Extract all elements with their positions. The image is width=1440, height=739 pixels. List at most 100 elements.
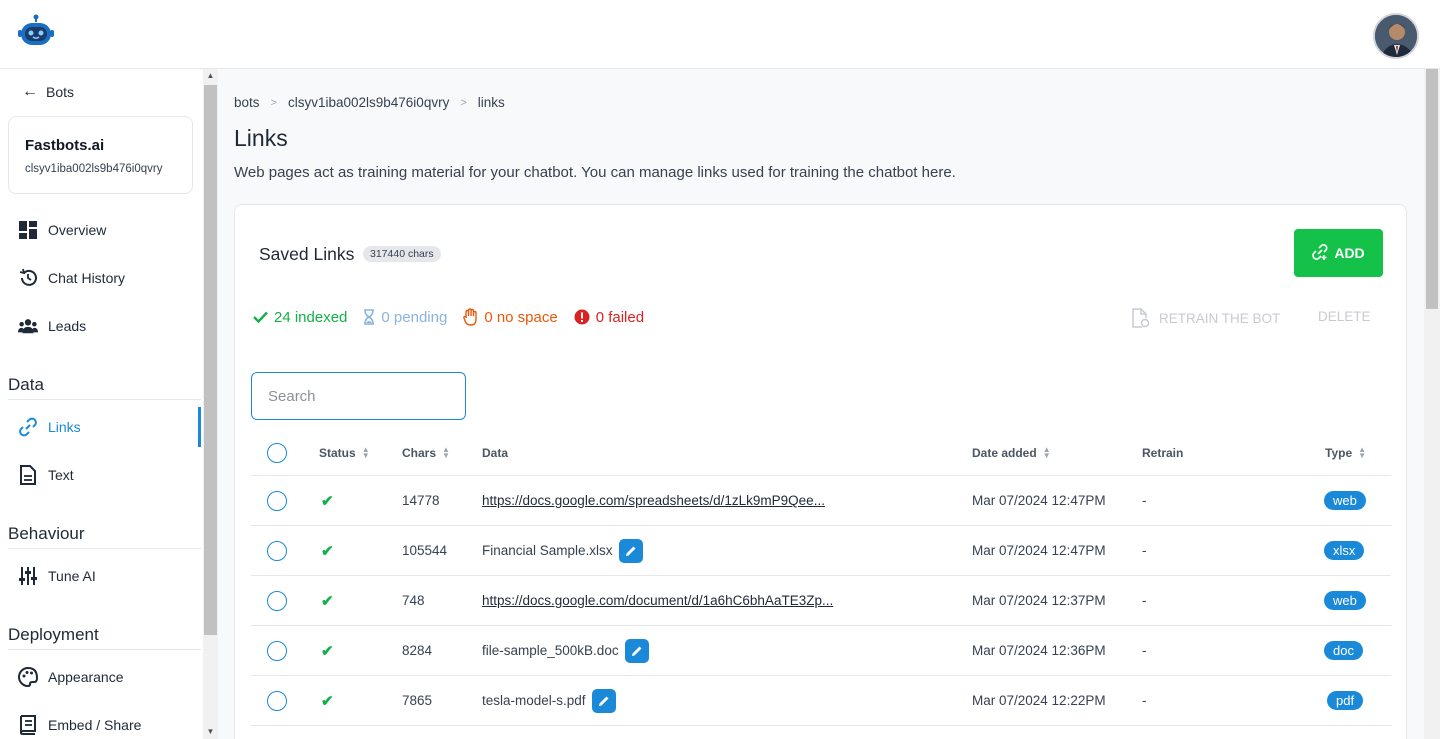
header-retrain: Retrain (1142, 430, 1183, 475)
table-row[interactable]: ✔ 105544 Financial Sample.xlsx Mar 07/20… (251, 526, 1391, 576)
row-checkbox[interactable] (267, 476, 287, 525)
add-button[interactable]: ADD (1294, 229, 1383, 277)
stat-pending[interactable]: 0 pending (363, 309, 447, 326)
sidebar-item-label: Tune AI (48, 568, 96, 584)
main-scrollbar[interactable] (1424, 69, 1440, 739)
bot-info-card: Fastbots.ai clsyv1iba002ls9b476i0qvry (8, 116, 193, 194)
chevron-right-icon: > (460, 96, 467, 109)
row-data-filename: Financial Sample.xlsx (482, 543, 613, 558)
scrollbar-thumb[interactable] (1426, 69, 1438, 309)
sidebar-item-links[interactable]: Links (0, 407, 203, 447)
row-data-link[interactable]: https://docs.google.com/document/d/1a6hC… (482, 593, 833, 608)
type-badge: web (1324, 591, 1366, 610)
sliders-icon (18, 566, 38, 586)
table-row[interactable]: ✔ 14778 https://docs.google.com/spreadsh… (251, 476, 1391, 526)
row-type: xlsx (1324, 526, 1365, 575)
link-icon (18, 417, 38, 437)
row-type: web (1324, 476, 1366, 525)
sidebar-item-label: Embed / Share (48, 717, 142, 733)
row-type: web (1324, 576, 1366, 625)
header-data: Data (482, 430, 508, 475)
row-data[interactable]: https://docs.google.com/document/d/1a6hC… (482, 576, 833, 625)
row-data: Financial Sample.xlsx (482, 526, 643, 575)
row-data-link[interactable]: https://docs.google.com/spreadsheets/d/1… (482, 493, 825, 508)
check-icon (253, 311, 268, 323)
table-row[interactable]: ✔ 748 https://docs.google.com/document/d… (251, 576, 1391, 626)
chevron-right-icon: > (270, 96, 277, 109)
section-title-deployment: Deployment (8, 625, 201, 650)
sort-icon: ▲ ▼ (442, 444, 450, 460)
sidebar-item-label: Text (48, 467, 74, 483)
header-type[interactable]: Type ▲ ▼ (1325, 430, 1366, 475)
delete-button[interactable]: DELETE (1318, 309, 1371, 324)
breadcrumb-links: links (477, 95, 505, 110)
type-badge: web (1324, 491, 1366, 510)
user-avatar[interactable] (1373, 13, 1419, 59)
scroll-down-arrow-icon[interactable]: ▼ (203, 725, 218, 739)
row-retrain: - (1142, 643, 1147, 658)
sidebar-item-tune-ai[interactable]: Tune AI (0, 556, 203, 596)
search-input[interactable] (251, 372, 466, 420)
scroll-up-arrow-icon[interactable]: ▲ (203, 69, 218, 83)
row-data: tesla-model-s.pdf (482, 676, 616, 725)
edit-pencil-icon[interactable] (618, 538, 643, 563)
row-retrain: - (1142, 493, 1147, 508)
row-chars: 8284 (402, 643, 433, 658)
sidebar-item-label: Chat History (48, 270, 126, 286)
row-date: Mar 07/2024 12:22PM (972, 693, 1106, 708)
header-date[interactable]: Date added ▲ ▼ (972, 430, 1051, 475)
sort-icon: ▲ ▼ (1358, 444, 1367, 460)
sidebar-item-embed-share[interactable]: Embed / Share (0, 705, 203, 739)
breadcrumb-bot-id[interactable]: clsyv1iba002ls9b476i0qvry (288, 95, 449, 110)
sidebar: ← Bots Fastbots.ai clsyv1iba002ls9b476i0… (0, 69, 203, 739)
arrow-left-icon: ← (22, 83, 38, 100)
sidebar-item-label: Overview (48, 222, 107, 238)
row-checkbox[interactable] (267, 576, 287, 625)
row-checkbox[interactable] (267, 526, 287, 575)
header-status-label: Status (319, 445, 356, 460)
row-date: Mar 07/2024 12:36PM (972, 643, 1106, 658)
stat-failed[interactable]: 0 failed (574, 309, 644, 326)
retrain-button[interactable]: RETRAIN THE BOT (1131, 308, 1280, 328)
sort-icon: ▲ ▼ (1042, 444, 1051, 460)
stat-no-space-label: 0 no space (484, 308, 558, 326)
palette-icon (18, 667, 38, 687)
error-icon (574, 309, 590, 325)
table-row[interactable]: ✔ 8284 file-sample_500kB.doc Mar 07/2024… (251, 626, 1391, 676)
row-chars: 7865 (402, 693, 433, 708)
stat-failed-label: 0 failed (595, 308, 645, 326)
row-chars: 105544 (402, 543, 448, 558)
edit-pencil-icon[interactable] (624, 638, 649, 663)
history-icon (18, 268, 38, 288)
sidebar-item-leads[interactable]: Leads (0, 306, 203, 346)
sidebar-item-appearance[interactable]: Appearance (0, 657, 203, 697)
breadcrumb-bots[interactable]: bots (234, 95, 260, 110)
row-checkbox[interactable] (267, 676, 287, 725)
table-row[interactable]: ✔ 7865 tesla-model-s.pdf Mar 07/2024 12:… (251, 676, 1391, 726)
row-type: pdf (1327, 676, 1364, 725)
sidebar-item-overview[interactable]: Overview (0, 210, 203, 250)
table-header: Status ▲ ▼ Chars ▲ ▼ Data Date added ▲ ▼ Re… (251, 430, 1391, 476)
row-data[interactable]: https://docs.google.com/spreadsheets/d/1… (482, 476, 825, 525)
edit-pencil-icon[interactable] (591, 688, 616, 713)
row-retrain: - (1142, 693, 1147, 708)
sidebar-item-chat-history[interactable]: Chat History (0, 258, 203, 298)
header-chars[interactable]: Chars ▲ ▼ (402, 430, 450, 475)
stat-indexed[interactable]: 24 indexed (253, 309, 347, 326)
links-table: Status ▲ ▼ Chars ▲ ▼ Data Date added ▲ ▼ Re… (251, 430, 1391, 726)
status-indexed-check-icon: ✔ (321, 642, 334, 660)
header-status[interactable]: Status ▲ ▼ (319, 430, 370, 475)
row-data: file-sample_500kB.doc (482, 626, 649, 675)
robot-logo-icon[interactable] (18, 14, 54, 50)
sidebar-scrollbar[interactable]: ▲ ▼ (203, 69, 218, 739)
select-all-checkbox[interactable] (267, 430, 287, 475)
stat-no-space[interactable]: 0 no space (463, 308, 558, 326)
row-chars: 14778 (402, 493, 440, 508)
row-checkbox[interactable] (267, 626, 287, 675)
hand-stop-icon (463, 308, 478, 326)
back-to-bots-link[interactable]: ← Bots (22, 83, 74, 101)
top-bar (0, 0, 1440, 69)
scrollbar-thumb[interactable] (204, 85, 217, 635)
sort-icon: ▲ ▼ (361, 444, 370, 460)
sidebar-item-text[interactable]: Text (0, 455, 203, 495)
